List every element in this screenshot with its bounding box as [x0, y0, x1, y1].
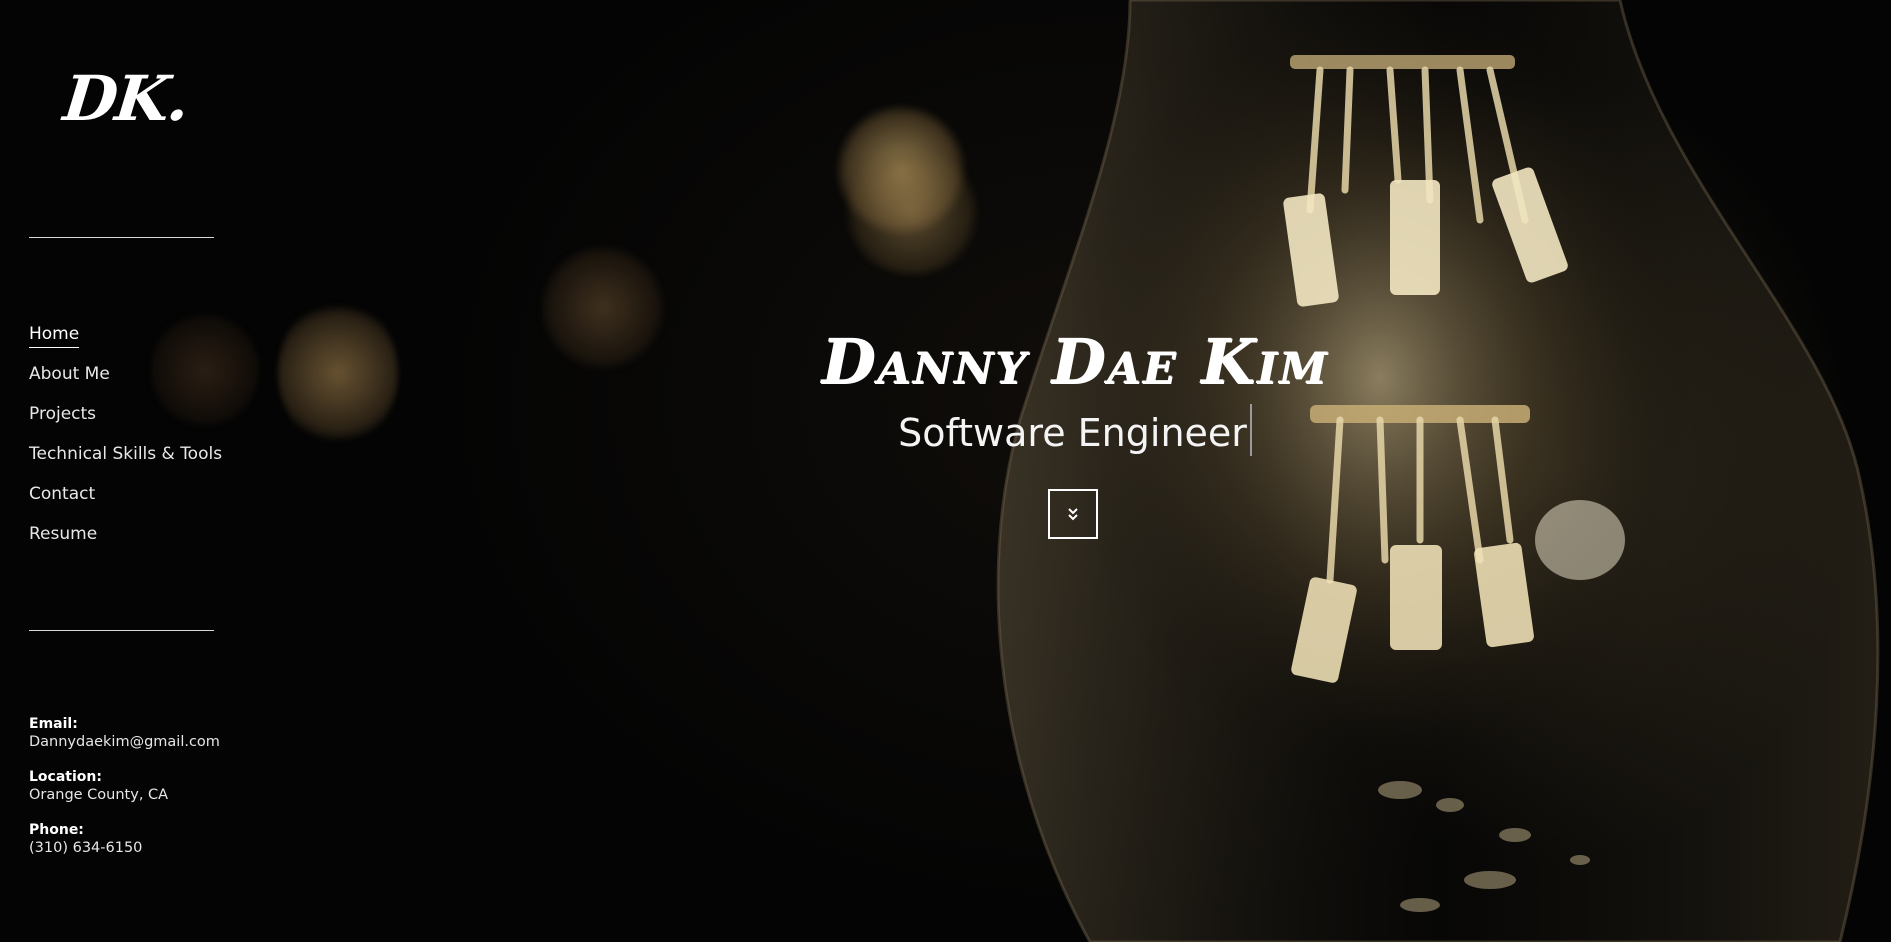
contact-info: Email: Dannydaekim@gmail.com Location: O…	[29, 715, 220, 857]
sidebar-divider	[29, 630, 214, 631]
hero-section: Danny Dae Kim Software Engineer	[700, 322, 1450, 539]
bokeh-light	[842, 150, 982, 275]
bokeh-light	[540, 245, 665, 370]
sidebar-divider	[29, 237, 214, 238]
nav-item-resume[interactable]: Resume	[29, 520, 222, 560]
nav-item-label: Resume	[29, 524, 98, 544]
scroll-down-button[interactable]	[1048, 489, 1098, 539]
site-logo[interactable]: DK.	[60, 62, 191, 135]
nav-item-label: Technical Skills & Tools	[29, 444, 223, 464]
email-label: Email:	[29, 716, 78, 732]
nav-item-technical-skills[interactable]: Technical Skills & Tools	[29, 440, 222, 480]
phone-value[interactable]: (310) 634-6150	[29, 839, 220, 857]
page: DK. Home About Me Projects Technical Ski…	[0, 0, 1891, 942]
nav-item-label: About Me	[29, 364, 110, 384]
sidebar-nav: Home About Me Projects Technical Skills …	[29, 320, 222, 560]
phone-label: Phone:	[29, 822, 84, 838]
nav-item-contact[interactable]: Contact	[29, 480, 222, 520]
hero-role-line: Software Engineer	[898, 404, 1252, 460]
email-value[interactable]: Dannydaekim@gmail.com	[29, 733, 220, 751]
nav-item-projects[interactable]: Projects	[29, 400, 222, 440]
typing-cursor	[1249, 404, 1252, 456]
nav-item-about-me[interactable]: About Me	[29, 360, 222, 400]
nav-item-label: Home	[29, 324, 80, 348]
hero-role: Software Engineer	[898, 411, 1247, 455]
bokeh-light	[278, 298, 398, 448]
location-value: Orange County, CA	[29, 787, 169, 803]
nav-item-label: Contact	[29, 484, 96, 504]
location-label: Location:	[29, 769, 102, 785]
nav-item-label: Projects	[29, 404, 97, 424]
hero-name: Danny Dae Kim	[821, 325, 1329, 398]
double-chevron-down-icon	[1068, 508, 1078, 521]
nav-item-home[interactable]: Home	[29, 320, 222, 360]
sidebar: DK. Home About Me Projects Technical Ski…	[0, 0, 240, 942]
light-bulb-image	[980, 0, 1891, 942]
